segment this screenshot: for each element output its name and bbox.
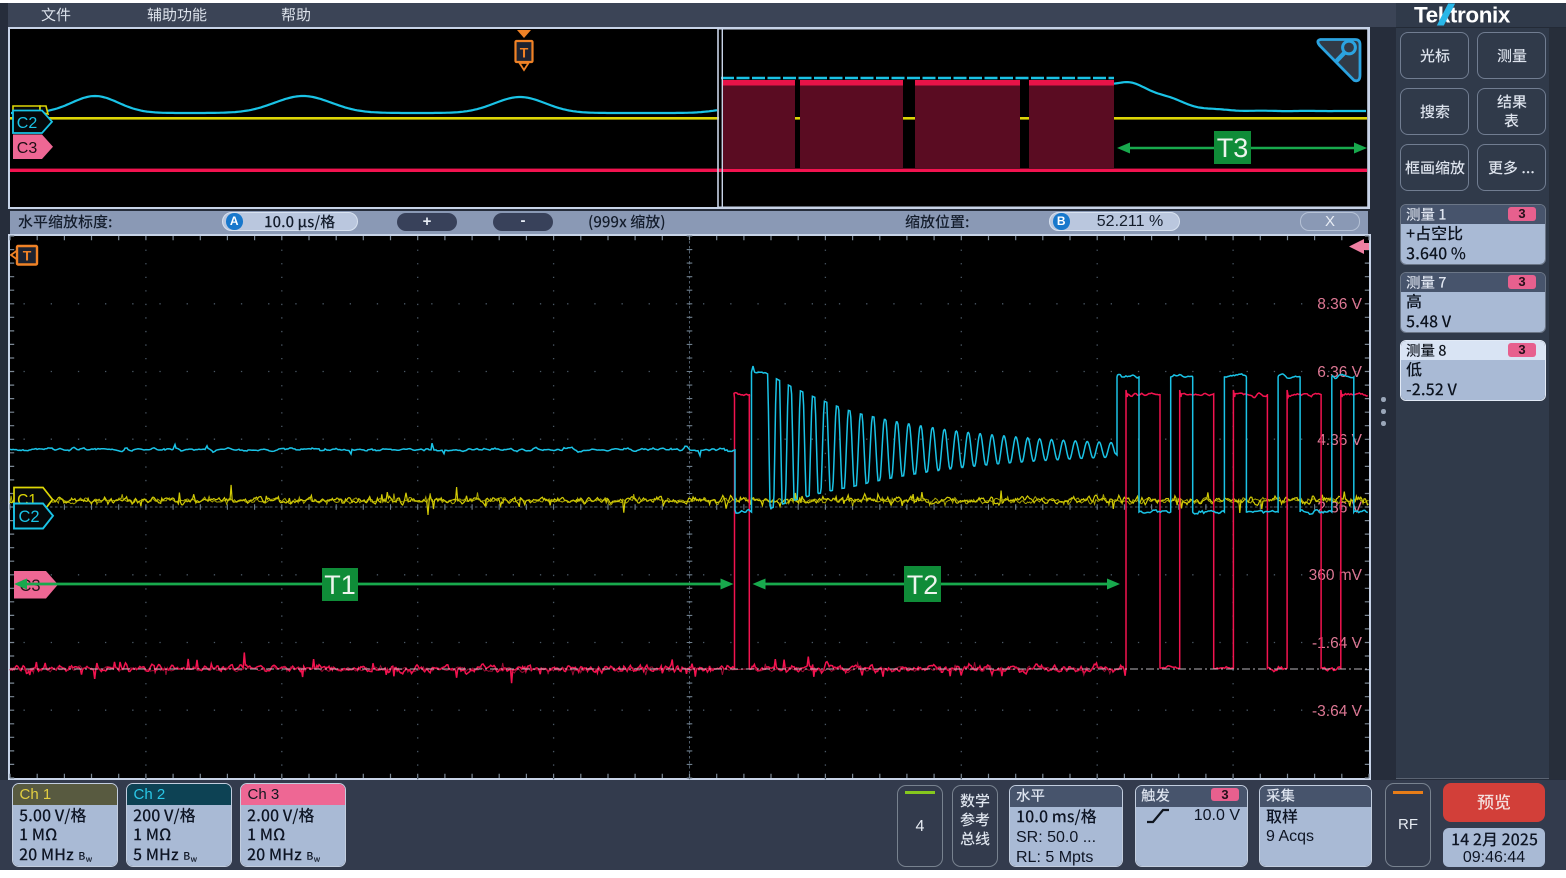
- svg-text:C2: C2: [17, 115, 38, 132]
- svg-text:C3: C3: [17, 140, 38, 157]
- svg-text:8.36 V: 8.36 V: [1317, 296, 1362, 313]
- svg-text:Tektronix: Tektronix: [1414, 3, 1511, 28]
- svg-text:-3.64 V: -3.64 V: [1312, 703, 1363, 720]
- svg-text:T: T: [520, 45, 529, 61]
- svg-text:4.36 V: 4.36 V: [1317, 432, 1362, 449]
- svg-text:T2: T2: [907, 570, 939, 600]
- svg-text:6.36 V: 6.36 V: [1317, 364, 1362, 381]
- svg-text:T: T: [23, 248, 32, 264]
- svg-text:T3: T3: [1217, 133, 1249, 163]
- svg-text:T1: T1: [324, 570, 356, 600]
- svg-text:C2: C2: [18, 508, 39, 526]
- svg-text:360 mV: 360 mV: [1309, 567, 1363, 584]
- svg-text:-1.64 V: -1.64 V: [1312, 635, 1363, 652]
